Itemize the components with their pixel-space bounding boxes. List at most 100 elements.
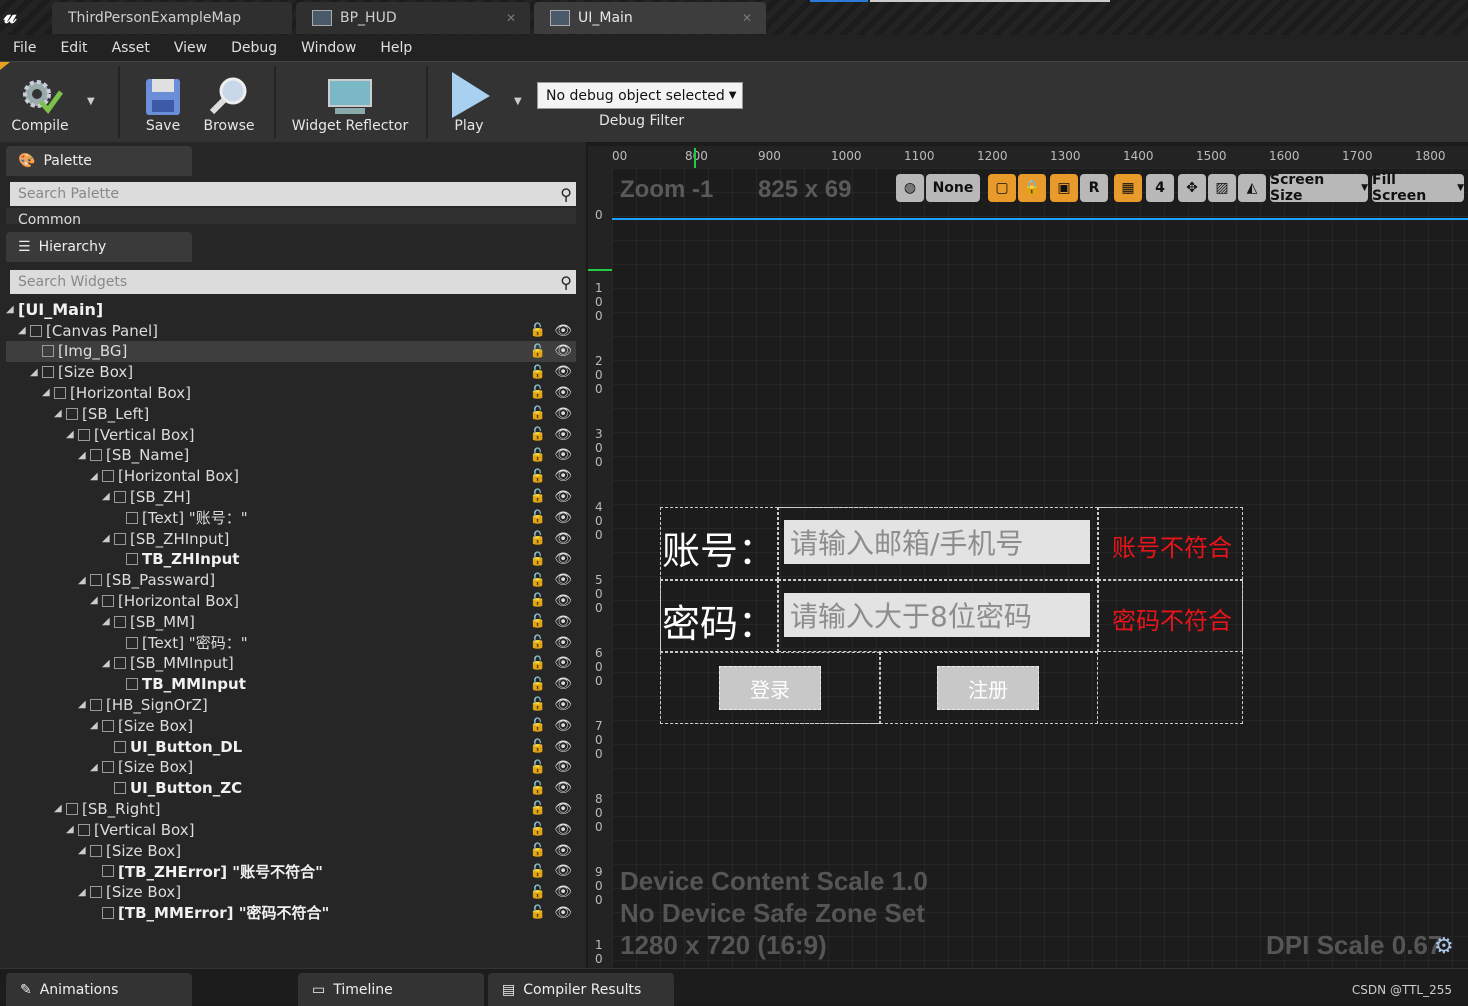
expand-arrow-icon[interactable]: ◢ xyxy=(78,450,90,461)
tree-row[interactable]: ◢ [Size Box] 🔓 👁 xyxy=(6,362,576,383)
screen-size-dropdown[interactable]: Screen Size ▼ xyxy=(1270,172,1368,204)
visibility-eye-icon[interactable]: 👁 xyxy=(554,655,572,671)
register-button[interactable]: 注册 xyxy=(937,666,1039,710)
visibility-eye-icon[interactable]: 👁 xyxy=(554,614,572,630)
compile-dropdown-icon[interactable]: ▼ xyxy=(87,96,95,107)
respect-locks-icon[interactable]: ▣ xyxy=(1050,174,1078,202)
search-palette-input[interactable]: Search Palette ⚲ xyxy=(10,182,576,206)
image-icon[interactable]: ▨ xyxy=(1208,174,1236,202)
expand-arrow-icon[interactable]: ◢ xyxy=(78,845,90,856)
lock-icon[interactable]: 🔓 xyxy=(530,864,546,879)
expand-arrow-icon[interactable]: ◢ xyxy=(6,304,18,315)
expand-arrow-icon[interactable]: ◢ xyxy=(90,720,102,731)
tab-hierarchy[interactable]: ☰ Hierarchy xyxy=(6,232,192,262)
visibility-eye-icon[interactable]: 👁 xyxy=(554,905,572,921)
save-button[interactable]: Save xyxy=(138,66,188,138)
visibility-eye-icon[interactable]: 👁 xyxy=(554,447,572,463)
transform-icon[interactable]: ✥ xyxy=(1178,174,1206,202)
tree-row[interactable]: UI_Button_ZC 🔓 👁 xyxy=(6,778,576,799)
tree-row[interactable]: ◢ [Horizontal Box] 🔓 👁 xyxy=(6,382,576,403)
lock-icon[interactable]: 🔓 xyxy=(530,656,546,671)
expand-arrow-icon[interactable]: ◢ xyxy=(102,533,114,544)
close-icon[interactable]: ✕ xyxy=(742,11,752,25)
tab-timeline[interactable]: ▭ Timeline xyxy=(298,973,484,1006)
palette-category[interactable]: Common xyxy=(6,208,576,224)
visibility-eye-icon[interactable]: 👁 xyxy=(554,822,572,838)
visibility-eye-icon[interactable]: 👁 xyxy=(554,697,572,713)
visibility-eye-icon[interactable]: 👁 xyxy=(554,468,572,484)
tree-row[interactable]: ◢ [Size Box] 🔓 👁 xyxy=(6,840,576,861)
menu-view[interactable]: View xyxy=(174,40,207,56)
lock-icon[interactable]: 🔓 xyxy=(530,385,546,400)
lock-icon[interactable]: 🔓 xyxy=(530,614,546,629)
tree-row[interactable]: ◢ [SB_Name] 🔓 👁 xyxy=(6,445,576,466)
lock-icon[interactable]: 🔓 xyxy=(530,531,546,546)
lock-icon[interactable]: 🔓 xyxy=(530,677,546,692)
tree-root[interactable]: ◢ [UI_Main] xyxy=(6,299,576,320)
expand-arrow-icon[interactable]: ◢ xyxy=(54,408,66,419)
expand-arrow-icon[interactable]: ◢ xyxy=(18,325,30,336)
visibility-eye-icon[interactable]: 👁 xyxy=(554,489,572,505)
visibility-eye-icon[interactable]: 👁 xyxy=(554,406,572,422)
visibility-eye-icon[interactable]: 👁 xyxy=(554,385,572,401)
localization-preview-button[interactable]: None xyxy=(926,174,980,202)
visibility-eye-icon[interactable]: 👁 xyxy=(554,676,572,692)
settings-gear-icon[interactable]: ⚙ xyxy=(1434,934,1454,959)
tree-row[interactable]: ◢ [Horizontal Box] 🔓 👁 xyxy=(6,466,576,487)
dashed-box-icon[interactable]: ▢ xyxy=(988,174,1016,202)
tree-row[interactable]: ◢ [Vertical Box] 🔓 👁 xyxy=(6,424,576,445)
lock-icon[interactable]: 🔒 xyxy=(1018,174,1046,202)
lock-icon[interactable]: 🔓 xyxy=(530,822,546,837)
expand-arrow-icon[interactable]: ◢ xyxy=(78,887,90,898)
visibility-eye-icon[interactable]: 👁 xyxy=(554,572,572,588)
visibility-eye-icon[interactable]: 👁 xyxy=(554,780,572,796)
visibility-eye-icon[interactable]: 👁 xyxy=(554,510,572,526)
close-icon[interactable]: ✕ xyxy=(506,11,516,25)
lock-icon[interactable]: 🔓 xyxy=(530,510,546,525)
tree-row[interactable]: ◢ [SB_ZHInput] 🔓 👁 xyxy=(6,528,576,549)
browse-button[interactable]: Browse xyxy=(198,66,260,138)
expand-arrow-icon[interactable]: ◢ xyxy=(102,616,114,627)
tree-row[interactable]: ◢ [SB_Passward] 🔓 👁 xyxy=(6,570,576,591)
tab-ui-main[interactable]: UI_Main ✕ xyxy=(534,2,766,34)
tab-palette[interactable]: 🎨 Palette xyxy=(6,146,192,176)
tree-row[interactable]: ◢ [Size Box] 🔓 👁 xyxy=(6,715,576,736)
tree-row[interactable]: TB_MMInput 🔓 👁 xyxy=(6,674,576,695)
tree-row[interactable]: [Text] "密码：" 🔓 👁 xyxy=(6,632,576,653)
lock-icon[interactable]: 🔓 xyxy=(530,801,546,816)
lock-icon[interactable]: 🔓 xyxy=(530,718,546,733)
tree-row[interactable]: ◢ [SB_MMInput] 🔓 👁 xyxy=(6,653,576,674)
visibility-eye-icon[interactable]: 👁 xyxy=(554,364,572,380)
widget-reflector-button[interactable]: Widget Reflector xyxy=(288,66,412,138)
visibility-eye-icon[interactable]: 👁 xyxy=(554,343,572,359)
mirror-icon[interactable]: ◭ xyxy=(1238,174,1266,202)
lock-icon[interactable]: 🔓 xyxy=(530,323,546,338)
lock-icon[interactable]: 🔓 xyxy=(530,635,546,650)
lock-icon[interactable]: 🔓 xyxy=(530,344,546,359)
tree-row[interactable]: ◢ [Horizontal Box] 🔓 👁 xyxy=(6,590,576,611)
menu-debug[interactable]: Debug xyxy=(231,40,277,56)
tree-row[interactable]: ◢ [HB_SignOrZ] 🔓 👁 xyxy=(6,694,576,715)
expand-arrow-icon[interactable]: ◢ xyxy=(90,595,102,606)
expand-arrow-icon[interactable]: ◢ xyxy=(54,803,66,814)
tree-row[interactable]: ◢ [SB_ZH] 🔓 👁 xyxy=(6,486,576,507)
expand-arrow-icon[interactable]: ◢ xyxy=(78,575,90,586)
visibility-eye-icon[interactable]: 👁 xyxy=(554,759,572,775)
tree-row[interactable]: ◢ [SB_Right] 🔓 👁 xyxy=(6,798,576,819)
tree-row[interactable]: [TB_ZHError] "账号不符合" 🔓 👁 xyxy=(6,861,576,882)
password-input[interactable]: 请输入大于8位密码 xyxy=(784,593,1090,637)
lock-icon[interactable]: 🔓 xyxy=(530,469,546,484)
tree-row[interactable]: UI_Button_DL 🔓 👁 xyxy=(6,736,576,757)
search-widgets-input[interactable]: Search Widgets ⚲ xyxy=(10,270,576,294)
globe-icon[interactable]: ◍ xyxy=(896,174,924,202)
visibility-eye-icon[interactable]: 👁 xyxy=(554,718,572,734)
r-toggle-button[interactable]: R xyxy=(1080,174,1108,202)
tree-row[interactable]: [Text] "账号：" 🔓 👁 xyxy=(6,507,576,528)
lock-icon[interactable]: 🔓 xyxy=(530,427,546,442)
debug-object-select[interactable]: No debug object selected ▼ xyxy=(537,82,743,109)
tree-row[interactable]: [Img_BG] 🔓 👁 xyxy=(6,340,576,362)
visibility-eye-icon[interactable]: 👁 xyxy=(554,843,572,859)
expand-arrow-icon[interactable]: ◢ xyxy=(42,387,54,398)
visibility-eye-icon[interactable]: 👁 xyxy=(554,551,572,567)
lock-icon[interactable]: 🔓 xyxy=(530,739,546,754)
